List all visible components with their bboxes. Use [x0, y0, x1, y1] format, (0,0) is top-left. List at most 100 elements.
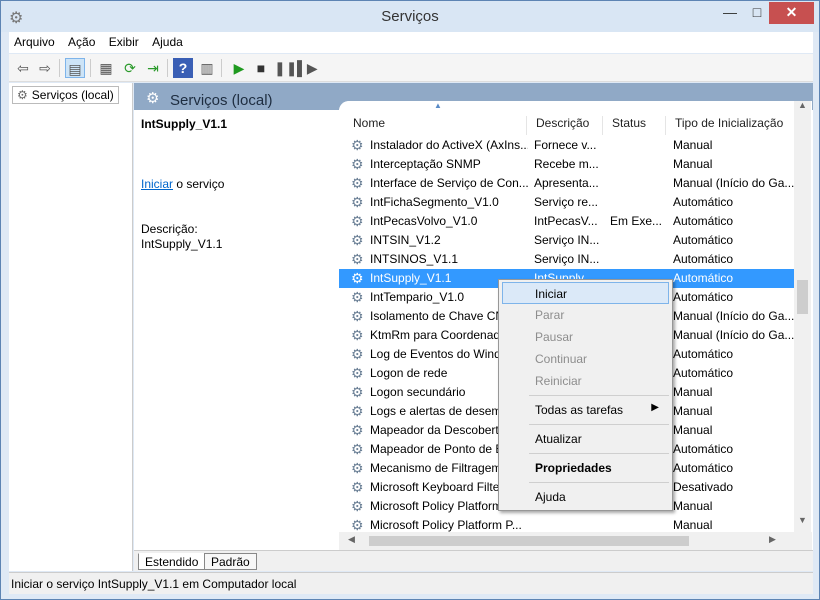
export-list-icon[interactable]: ⇥: [143, 58, 163, 78]
table-row[interactable]: ⚙ Interface de Serviço de Con... Apresenta…: [339, 174, 794, 193]
tree-item-label: Serviços (local): [31, 88, 114, 102]
show-hide-action-pane-icon[interactable]: ▥: [197, 58, 217, 78]
start-service-icon[interactable]: ▶: [229, 58, 249, 78]
cell-startup-type: Manual: [673, 385, 713, 399]
menu-item-propriedades[interactable]: Propriedades: [502, 457, 669, 479]
close-button[interactable]: ✕: [769, 2, 814, 24]
context-menu: Iniciar Parar Pausar Continuar Reiniciar…: [498, 279, 673, 511]
service-gear-icon: ⚙: [351, 137, 364, 153]
status-bar: Iniciar o serviço IntSupply_V1.1 em Comp…: [9, 572, 813, 594]
column-header-name[interactable]: Nome: [344, 116, 527, 135]
menu-item-continuar[interactable]: Continuar: [502, 348, 669, 370]
cell-status: [610, 231, 668, 250]
cell-status: Em Exe...: [610, 214, 663, 228]
menu-separator: [529, 482, 669, 483]
column-header-description[interactable]: Descrição: [527, 116, 603, 135]
back-icon[interactable]: ⇦: [13, 58, 33, 78]
tree-item-services-local[interactable]: ⚙ Serviços (local): [12, 86, 119, 104]
pause-service-icon[interactable]: ❚❚: [274, 58, 297, 78]
menu-ajuda[interactable]: Ajuda: [147, 32, 188, 52]
cell-startup-type: Desativado: [673, 480, 734, 494]
menu-exibir[interactable]: Exibir: [104, 32, 144, 52]
start-service-suffix: o serviço: [173, 177, 225, 191]
service-gear-icon: ⚙: [351, 251, 364, 267]
menu-acao[interactable]: Ação: [63, 32, 100, 52]
restart-service-icon[interactable]: ▌▶: [297, 58, 318, 78]
forward-icon[interactable]: ⇨: [35, 58, 55, 78]
cell-startup-type: Automático: [673, 347, 734, 361]
search-gear-icon: ⚙: [146, 90, 160, 107]
service-gear-icon: ⚙: [351, 384, 364, 400]
service-gear-icon: ⚙: [351, 441, 364, 457]
cell-startup-type: Automático: [673, 233, 734, 247]
title-bar: ⚙ Serviços — □ ✕: [1, 1, 819, 32]
help-icon[interactable]: ?: [173, 58, 193, 78]
refresh-icon[interactable]: ⟳: [120, 58, 140, 78]
cell-description: Apresenta...: [534, 176, 599, 190]
cell-startup-type: Automático: [673, 195, 734, 209]
scroll-thumb[interactable]: [797, 280, 808, 314]
pane-title: Serviços (local): [170, 92, 273, 109]
properties-sheet-icon[interactable]: ▦: [96, 58, 116, 78]
scroll-left-icon[interactable]: ◀: [348, 534, 355, 545]
column-header-startup-type[interactable]: Tipo de Inicialização: [666, 116, 794, 135]
table-row[interactable]: ⚙ Interceptação SNMP Recebe m... Manual: [339, 155, 794, 174]
cell-startup-type: Automático: [673, 366, 734, 380]
stop-service-icon[interactable]: ■: [251, 58, 271, 78]
table-row[interactable]: ⚙ IntFichaSegmento_V1.0 Serviço re... Autom…: [339, 193, 794, 212]
menu-item-pausar[interactable]: Pausar: [502, 326, 669, 348]
cell-startup-type: Manual: [673, 157, 713, 171]
scroll-down-icon[interactable]: ▼: [798, 515, 807, 525]
menu-bar: Arquivo Ação Exibir Ajuda: [9, 32, 813, 53]
scroll-up-icon[interactable]: ▲: [798, 101, 807, 110]
maximize-button[interactable]: □: [743, 2, 771, 24]
service-gear-icon: ⚙: [351, 213, 364, 229]
cell-description: Serviço IN...: [534, 233, 600, 247]
cell-description: Serviço re...: [534, 195, 599, 209]
table-row[interactable]: ⚙ INTSIN_V1.2 Serviço IN... Automático: [339, 231, 794, 250]
table-row[interactable]: ⚙ INTSINOS_V1.1 Serviço IN... Automático: [339, 250, 794, 269]
tab-padrao[interactable]: Padrão: [204, 553, 257, 570]
cell-name: INTSIN_V1.2: [370, 233, 441, 247]
menu-separator: [529, 395, 669, 396]
menu-item-reiniciar[interactable]: Reiniciar: [502, 370, 669, 392]
minimize-button[interactable]: —: [716, 2, 744, 24]
service-name-heading: IntSupply_V1.1: [141, 117, 228, 131]
cell-status: [610, 155, 668, 174]
vertical-scrollbar[interactable]: ▲ ▼: [794, 101, 811, 532]
cell-startup-type: Automático: [673, 252, 734, 266]
cell-startup-type: Manual: [673, 138, 713, 152]
menu-item-ajuda[interactable]: Ajuda: [502, 486, 669, 508]
menu-item-iniciar[interactable]: Iniciar: [502, 282, 669, 304]
service-gear-icon: ⚙: [351, 308, 364, 324]
cell-name: Interface de Serviço de Con...: [370, 176, 528, 190]
hscroll-thumb[interactable]: [369, 536, 689, 546]
console-tree: ⚙ Serviços (local): [9, 83, 133, 571]
menu-separator: [529, 424, 669, 425]
cell-description: IntPecasV...: [534, 214, 598, 228]
table-row[interactable]: ⚙ IntPecasVolvo_V1.0 IntPecasV... Em Exe...…: [339, 212, 794, 231]
show-console-tree-icon[interactable]: ▤: [65, 58, 85, 78]
cell-status: [610, 193, 668, 212]
toolbar: ⇦ ⇨ ▤ ▦ ⟳ ⇥ ? ▥ ▶ ■ ❚❚ ▌▶: [9, 54, 813, 82]
menu-item-todas-as-tarefas[interactable]: Todas as tarefas ▶: [502, 399, 669, 421]
menu-item-atualizar[interactable]: Atualizar: [502, 428, 669, 450]
start-service-link[interactable]: Iniciar: [141, 177, 173, 191]
scroll-right-icon[interactable]: ▶: [769, 534, 776, 545]
cell-name: IntPecasVolvo_V1.0: [370, 214, 478, 228]
service-gear-icon: ⚙: [351, 194, 364, 210]
horizontal-scrollbar[interactable]: ◀ ▶: [339, 532, 812, 550]
cell-startup-type: Automático: [673, 271, 734, 285]
column-header-status[interactable]: Status: [603, 116, 666, 135]
description-pane: IntSupply_V1.1 Iniciar o serviço Descriç…: [134, 110, 339, 550]
cell-description: Recebe m...: [534, 157, 599, 171]
menu-arquivo[interactable]: Arquivo: [9, 32, 60, 52]
gear-icon: ⚙: [17, 88, 28, 102]
service-gear-icon: ⚙: [351, 460, 364, 476]
menu-item-parar[interactable]: Parar: [502, 304, 669, 326]
table-row[interactable]: ⚙ Instalador do ActiveX (AxIns... Fornece …: [339, 136, 794, 155]
column-headers: ▲ Nome Descrição Status Tipo de Iniciali…: [339, 101, 794, 135]
service-gear-icon: ⚙: [351, 479, 364, 495]
cell-startup-type: Automático: [673, 290, 734, 304]
tab-estendido[interactable]: Estendido: [138, 553, 206, 570]
